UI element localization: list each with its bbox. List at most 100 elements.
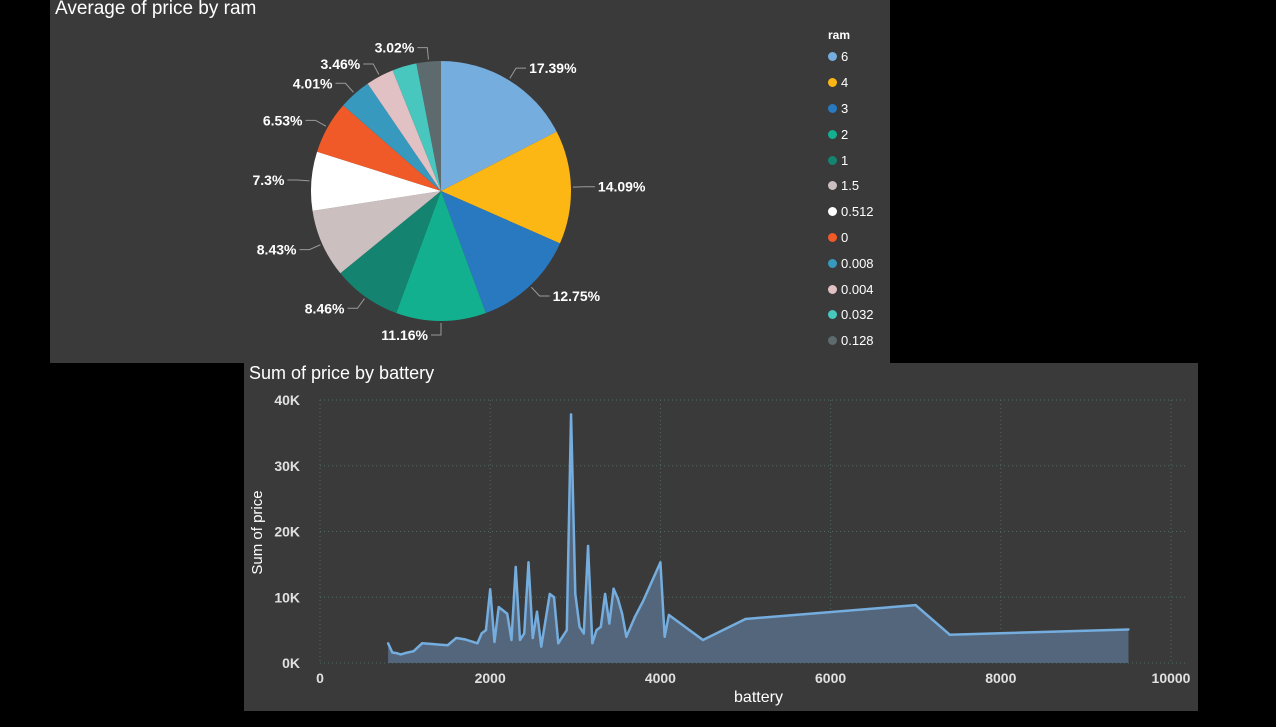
legend-marker — [828, 103, 837, 113]
legend-marker — [828, 258, 837, 268]
legend-label: 0.032 — [841, 307, 874, 323]
data-point — [420, 642, 424, 645]
data-point — [701, 638, 705, 642]
data-point — [501, 609, 505, 612]
pie-data-label: 17.39% — [529, 60, 577, 76]
y-tick-label: 20K — [274, 524, 300, 540]
legend-item-1[interactable]: 1 — [828, 147, 874, 173]
data-point — [616, 597, 620, 600]
legend-marker — [828, 310, 837, 320]
data-point — [914, 603, 917, 607]
y-tick-label: 30K — [274, 458, 300, 474]
pie-data-label: 7.3% — [253, 172, 285, 188]
data-point — [463, 638, 466, 641]
legend-marker — [828, 129, 837, 139]
legend-item-0[interactable]: 0 — [828, 225, 874, 251]
pie-leader-line — [287, 179, 310, 182]
data-point — [437, 643, 441, 646]
pie-leader-line — [347, 298, 365, 309]
data-point — [514, 565, 517, 569]
legend-label: 0.512 — [841, 204, 874, 220]
legend-label: 1 — [841, 152, 849, 168]
legend-item-0.128[interactable]: 0.128 — [828, 328, 874, 354]
x-tick-label: 2000 — [475, 670, 506, 686]
data-point — [744, 617, 747, 621]
legend-label: 2 — [841, 126, 849, 142]
y-axis-label: Sum of price — [249, 490, 266, 574]
data-point — [403, 651, 407, 655]
data-point — [454, 636, 458, 640]
legend-label: 0 — [841, 229, 849, 245]
data-point — [544, 619, 547, 622]
pie-leader-line — [431, 323, 442, 336]
pie-chart-panel: Average of price by ram 17.39% 14.09% 12.7… — [50, 0, 890, 363]
pie-legend: ram 6 4 3 2 1 1.5 0.512 0 0.008 0.004 0.032 0.128 — [828, 28, 874, 354]
y-tick-label: 40K — [274, 392, 300, 408]
data-point — [484, 628, 488, 632]
data-point — [612, 587, 615, 590]
data-point — [527, 561, 530, 564]
legend-marker — [828, 78, 837, 88]
pie-data-label: 11.16% — [381, 327, 428, 343]
data-point — [557, 642, 560, 645]
data-point — [667, 613, 671, 617]
data-point — [497, 605, 500, 609]
pie-data-label: 8.43% — [257, 242, 297, 258]
data-point — [493, 640, 496, 644]
pie-leader-line — [530, 286, 550, 297]
data-point — [476, 642, 479, 645]
data-point — [399, 653, 403, 656]
pie-data-label: 12.75% — [553, 288, 601, 304]
x-tick-label: 4000 — [645, 670, 676, 686]
legend-item-0.512[interactable]: 0.512 — [828, 199, 874, 225]
x-tick-label: 0 — [316, 670, 324, 686]
legend-item-1.5[interactable]: 1.5 — [828, 173, 874, 199]
legend-item-4[interactable]: 4 — [828, 70, 874, 96]
data-point — [582, 632, 586, 635]
data-point — [561, 635, 564, 638]
pie-data-label: 14.09% — [598, 179, 646, 195]
data-point — [459, 637, 462, 640]
x-axis-label: battery — [734, 689, 783, 706]
legend-item-0.004[interactable]: 0.004 — [828, 276, 874, 302]
legend-marker — [828, 284, 837, 294]
legend-item-2[interactable]: 2 — [828, 121, 874, 147]
data-point — [578, 625, 581, 629]
legend-item-0.008[interactable]: 0.008 — [828, 250, 874, 276]
legend-marker — [828, 181, 837, 191]
data-point — [659, 561, 662, 564]
y-tick-label: 0K — [282, 655, 300, 671]
legend-label: 3 — [841, 100, 849, 116]
pie-leader-line — [305, 119, 327, 127]
pie-leader-line — [363, 63, 380, 75]
data-point — [595, 628, 598, 632]
data-point — [552, 596, 556, 599]
data-point — [591, 642, 594, 645]
data-point — [1127, 628, 1130, 631]
data-point — [429, 642, 432, 646]
data-point — [480, 632, 483, 635]
data-point — [471, 640, 475, 644]
line-chart-panel: Sum of price by battery 0K 10K 20K 30K 40K 0 2… — [244, 363, 1198, 711]
pie-data-label: 4.01% — [293, 75, 333, 91]
legend-label: 0.128 — [841, 333, 874, 349]
data-point — [510, 638, 513, 642]
data-point — [535, 610, 539, 613]
legend-item-3[interactable]: 3 — [828, 96, 874, 122]
legend-item-6[interactable]: 6 — [828, 44, 874, 70]
pie-leader-line — [417, 47, 429, 60]
pie-leader-line — [335, 82, 354, 93]
data-point — [569, 413, 573, 416]
data-point — [489, 588, 492, 591]
area-chart: 0K 10K 20K 30K 40K 0 2000 4000 6000 8000 10000 batt… — [249, 392, 1191, 706]
pie-leader-line — [299, 244, 321, 251]
legend-label: 0.004 — [841, 281, 874, 297]
data-point — [412, 649, 415, 653]
data-point — [625, 635, 628, 638]
data-point — [663, 635, 666, 638]
pie-leader-line — [509, 67, 527, 79]
legend-item-0.032[interactable]: 0.032 — [828, 302, 874, 328]
legend-marker — [828, 207, 837, 217]
data-point — [608, 622, 611, 625]
pie-data-label: 6.53% — [263, 112, 303, 128]
